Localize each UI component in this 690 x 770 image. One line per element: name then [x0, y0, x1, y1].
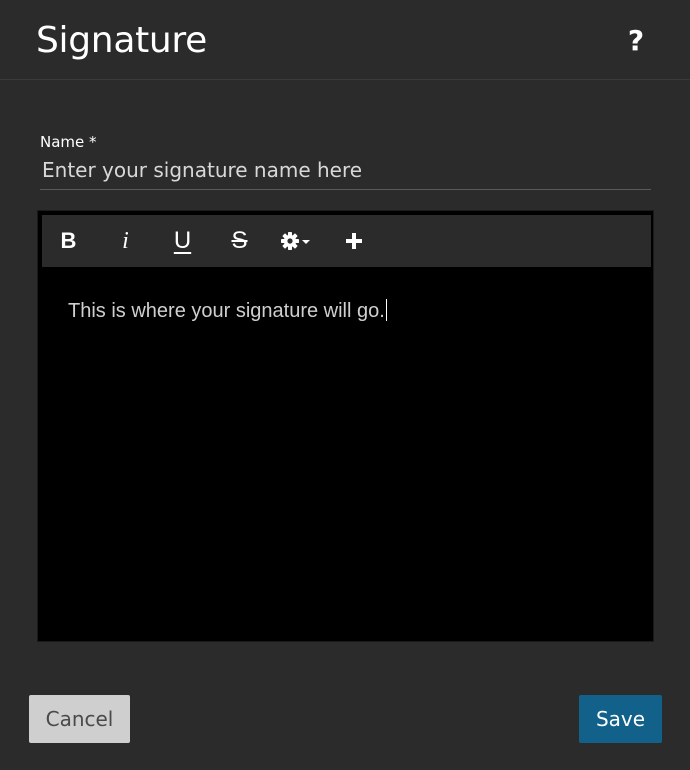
- signature-editor[interactable]: B i U S This is where your signature wil…: [37, 210, 654, 642]
- dialog-header: Signature ?: [0, 0, 690, 80]
- underline-button[interactable]: U: [154, 215, 211, 267]
- help-button[interactable]: ?: [620, 20, 652, 60]
- signature-text: This is where your signature will go.: [68, 300, 385, 322]
- bold-icon: B: [60, 228, 77, 253]
- strikethrough-icon: S: [231, 227, 248, 254]
- bold-button[interactable]: B: [40, 215, 97, 267]
- save-button[interactable]: Save: [579, 695, 662, 743]
- settings-dropdown-button[interactable]: [268, 215, 325, 267]
- italic-button[interactable]: i: [97, 215, 154, 267]
- cancel-button[interactable]: Cancel: [29, 695, 130, 743]
- text-caret: [385, 299, 387, 321]
- editor-toolbar: B i U S: [42, 215, 651, 267]
- gear-icon: [280, 230, 314, 252]
- italic-icon: i: [122, 227, 129, 254]
- signature-dialog: Signature ? Name * B i U S: [0, 0, 690, 770]
- editor-content[interactable]: This is where your signature will go.: [68, 299, 628, 323]
- strikethrough-button[interactable]: S: [211, 215, 268, 267]
- underline-icon: U: [173, 227, 192, 254]
- plus-icon: [345, 232, 363, 250]
- signature-name-input[interactable]: [40, 150, 651, 190]
- name-field-label: Name *: [40, 133, 97, 151]
- insert-button[interactable]: [325, 215, 382, 267]
- dialog-title: Signature: [36, 20, 207, 61]
